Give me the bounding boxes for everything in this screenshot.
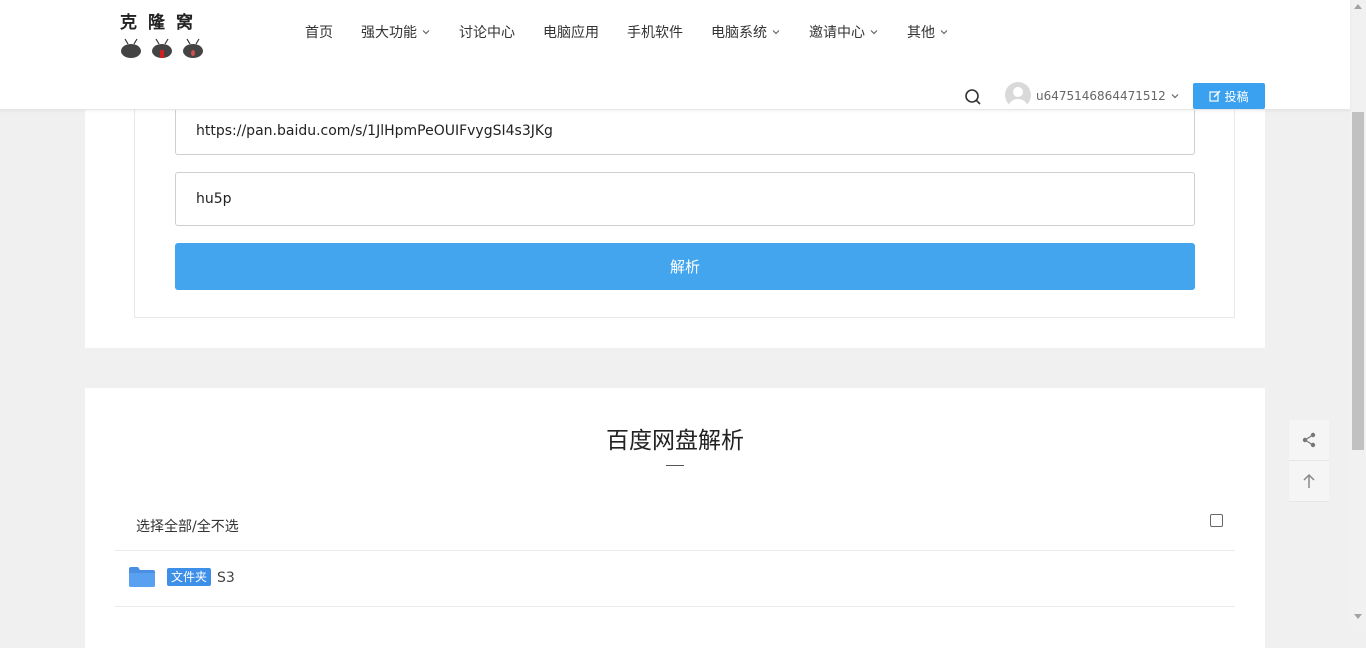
- select-all-checkbox[interactable]: [1210, 514, 1223, 527]
- user-icon: [1009, 87, 1027, 108]
- chevron-down-icon: [1171, 94, 1179, 99]
- nav-item-other[interactable]: 其他: [907, 22, 949, 42]
- avatar[interactable]: [1005, 82, 1031, 108]
- nav-label: 手机软件: [627, 25, 683, 41]
- site-header: 克隆窝 首页 强大功能 讨论中心 电脑应用 手机软件 电脑系统 邀请中心 其他: [0, 0, 1350, 110]
- main-nav: 首页 强大功能 讨论中心 电脑应用 手机软件 电脑系统 邀请中心 其他: [305, 22, 977, 42]
- chevron-down-icon: [422, 30, 430, 35]
- share-button[interactable]: [1289, 420, 1329, 461]
- parse-button[interactable]: 解析: [175, 243, 1195, 290]
- folder-badge: 文件夹: [167, 568, 212, 586]
- chevron-down-icon: [772, 30, 780, 35]
- select-all-row: 选择全部/全不选: [115, 494, 1235, 551]
- nav-item-features[interactable]: 强大功能: [361, 22, 431, 42]
- nav-item-invite[interactable]: 邀请中心: [809, 22, 879, 42]
- nav-label: 电脑系统: [711, 25, 767, 41]
- chevron-down-icon: [940, 30, 948, 35]
- title-underline: [666, 465, 684, 466]
- share-icon: [1302, 432, 1316, 448]
- nav-item-pc-apps[interactable]: 电脑应用: [543, 22, 599, 42]
- nav-item-discussion[interactable]: 讨论中心: [459, 22, 515, 42]
- section-title: 百度网盘解析: [606, 428, 744, 454]
- ant-logo-icon: [183, 38, 203, 58]
- username-label: u6475146864471512: [1036, 89, 1166, 103]
- search-icon[interactable]: [964, 88, 982, 106]
- chevron-down-icon: [870, 30, 878, 35]
- folder-icon: [129, 567, 155, 587]
- site-logo[interactable]: 克隆窝: [120, 8, 210, 58]
- scroll-down-arrow-icon[interactable]: [1354, 614, 1362, 619]
- nav-label: 其他: [907, 25, 935, 41]
- floating-toolbar: [1289, 420, 1329, 502]
- nav-label: 电脑应用: [543, 25, 599, 41]
- logo-text: 克隆窝: [120, 13, 204, 33]
- page-scrollbar[interactable]: [1350, 0, 1366, 625]
- parse-form-card: https://pan.baidu.com/s/1JlHpmPeOUIFvygS…: [85, 100, 1265, 348]
- nav-label: 强大功能: [361, 25, 417, 41]
- scroll-up-arrow-icon[interactable]: [1354, 4, 1362, 9]
- select-all-label: 选择全部/全不选: [136, 519, 239, 535]
- edit-icon: [1209, 90, 1222, 102]
- results-card: 百度网盘解析 选择全部/全不选 文件夹 S3: [85, 388, 1265, 648]
- back-to-top-button[interactable]: [1289, 461, 1329, 502]
- post-button[interactable]: 投稿: [1193, 83, 1265, 109]
- scroll-thumb[interactable]: [1352, 112, 1364, 450]
- list-item[interactable]: 文件夹 S3: [115, 550, 1235, 607]
- ant-logo-icon: [152, 38, 172, 58]
- nav-item-pc-system[interactable]: 电脑系统: [711, 22, 781, 42]
- extract-code-input[interactable]: hu5p: [175, 172, 1195, 226]
- nav-label: 邀请中心: [809, 25, 865, 41]
- post-button-label: 投稿: [1224, 89, 1249, 104]
- nav-label: 讨论中心: [459, 25, 515, 41]
- file-name[interactable]: S3: [217, 570, 235, 586]
- nav-item-home[interactable]: 首页: [305, 22, 333, 42]
- user-menu[interactable]: u6475146864471512: [1036, 89, 1180, 103]
- nav-item-mobile-apps[interactable]: 手机软件: [627, 22, 683, 42]
- arrow-up-icon: [1303, 473, 1315, 488]
- nav-label: 首页: [305, 25, 333, 41]
- ant-logo-icon: [121, 38, 141, 58]
